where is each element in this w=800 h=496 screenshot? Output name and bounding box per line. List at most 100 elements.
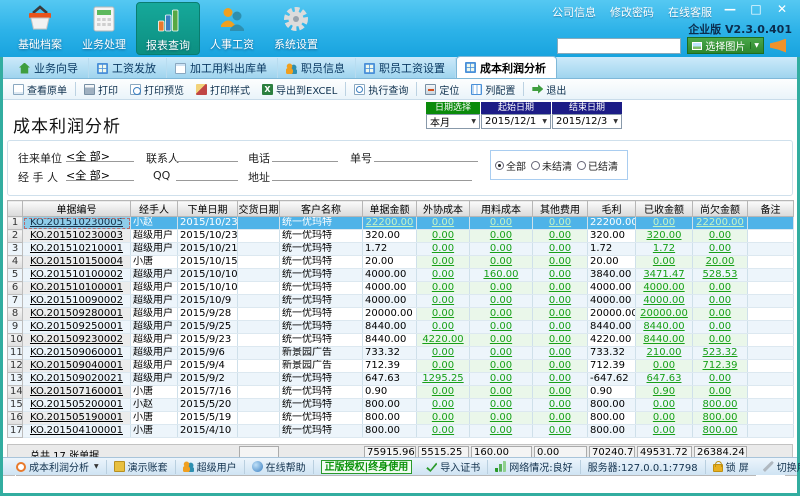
- tab-material-outbound[interactable]: 加工用料出库单: [167, 58, 278, 78]
- column-header[interactable]: 交货日期: [238, 201, 280, 217]
- amount-link-cell[interactable]: 0.00: [533, 308, 588, 321]
- amount-link-cell[interactable]: 0.00: [533, 360, 588, 373]
- amount-link-cell[interactable]: 0.00: [636, 425, 693, 438]
- amount-link-cell[interactable]: 0.00: [693, 334, 748, 347]
- table-row[interactable]: 3KO.201510210001超级用户2015/10/21统一优玛特1.720…: [8, 243, 794, 256]
- amount-link-cell[interactable]: 0.00: [470, 256, 533, 269]
- table-row[interactable]: 8KO.201509280001超级用户2015/9/28统一优玛特20000.…: [8, 308, 794, 321]
- amount-link-cell[interactable]: 0.00: [417, 425, 470, 438]
- amount-link-cell[interactable]: 800.00: [693, 425, 748, 438]
- amount-link-cell[interactable]: 0.00: [470, 373, 533, 386]
- amount-link-cell[interactable]: 4220.00: [417, 334, 470, 347]
- amount-link-cell[interactable]: 0.00: [636, 360, 693, 373]
- nav-item-hr-payroll[interactable]: 人事工资: [200, 2, 264, 55]
- amount-link-cell[interactable]: 0.00: [693, 321, 748, 334]
- nav-item-business[interactable]: 业务处理: [72, 2, 136, 55]
- amount-link-cell[interactable]: 0.00: [417, 256, 470, 269]
- maximize-button[interactable]: □: [748, 2, 764, 16]
- amount-link-cell[interactable]: 0.00: [636, 256, 693, 269]
- amount-link-cell[interactable]: 0.00: [533, 243, 588, 256]
- image-path-input[interactable]: [557, 38, 681, 54]
- status-report-menu[interactable]: 成本利润分析▼: [9, 460, 107, 474]
- amount-link-cell[interactable]: 0.00: [533, 425, 588, 438]
- order-id-cell[interactable]: KO.201510210001: [23, 243, 131, 256]
- amount-link-cell[interactable]: 160.00: [470, 269, 533, 282]
- amount-link-cell[interactable]: 0.00: [693, 243, 748, 256]
- online-service-link[interactable]: 在线客服: [668, 4, 712, 20]
- amount-link-cell[interactable]: 0.00: [417, 217, 470, 230]
- order-id-cell[interactable]: KO.201509060001: [23, 347, 131, 360]
- amount-link-cell[interactable]: 8440.00: [636, 334, 693, 347]
- amount-link-cell[interactable]: 0.00: [533, 321, 588, 334]
- column-header[interactable]: 已收金额: [636, 201, 693, 217]
- column-config-button[interactable]: 列配置: [465, 80, 521, 98]
- tab-staff-salary-settings[interactable]: 职员工资设置: [356, 58, 456, 78]
- amount-link-cell[interactable]: 0.00: [470, 386, 533, 399]
- column-header[interactable]: 用料成本: [470, 201, 533, 217]
- phone-field[interactable]: [272, 148, 338, 162]
- amount-link-cell[interactable]: 0.00: [470, 412, 533, 425]
- amount-link-cell[interactable]: 3471.47: [636, 269, 693, 282]
- print-style-button[interactable]: 打印样式: [190, 80, 256, 98]
- tab-business-wizard[interactable]: 业务向导: [11, 58, 89, 78]
- radio-all[interactable]: 全部: [495, 158, 526, 173]
- status-import-cert[interactable]: 导入证书: [419, 460, 488, 474]
- order-id-cell[interactable]: KO.201509230002: [23, 334, 131, 347]
- print-preview-button[interactable]: 打印预览: [124, 80, 190, 98]
- export-excel-button[interactable]: X导出到EXCEL: [256, 80, 343, 98]
- table-row[interactable]: 9KO.201509250001超级用户2015/9/25统一优玛特8440.0…: [8, 321, 794, 334]
- run-query-button[interactable]: 执行查询: [348, 80, 414, 98]
- amount-link-cell[interactable]: 0.00: [533, 373, 588, 386]
- table-row[interactable]: 14KO.201507160001小唐2015/7/16统一优玛特0.900.0…: [8, 386, 794, 399]
- status-switch-user[interactable]: 切换用户: [756, 460, 800, 474]
- order-id-cell[interactable]: KO.201509020021: [23, 373, 131, 386]
- table-row[interactable]: 12KO.201509040001超级用户2015/9/4新景园广告712.39…: [8, 360, 794, 373]
- order-id-cell[interactable]: KO.201505200001: [23, 399, 131, 412]
- amount-link-cell[interactable]: 0.00: [533, 295, 588, 308]
- status-demo-account[interactable]: 演示账套: [107, 460, 176, 474]
- amount-link-cell[interactable]: 1295.25: [417, 373, 470, 386]
- column-header[interactable]: 下单日期: [178, 201, 238, 217]
- contact-field[interactable]: [176, 148, 238, 162]
- column-header[interactable]: 单据金额: [363, 201, 417, 217]
- handler-field[interactable]: <全 部>: [66, 167, 134, 181]
- amount-link-cell[interactable]: 0.00: [470, 360, 533, 373]
- amount-link-cell[interactable]: 20000.00: [636, 308, 693, 321]
- column-header[interactable]: 毛利: [588, 201, 636, 217]
- column-header[interactable]: 客户名称: [280, 201, 363, 217]
- change-password-link[interactable]: 修改密码: [610, 4, 654, 20]
- amount-link-cell[interactable]: 0.00: [417, 321, 470, 334]
- amount-link-cell[interactable]: 0.00: [470, 217, 533, 230]
- order-id-cell[interactable]: KO.201510230005: [23, 217, 131, 230]
- status-lock-screen[interactable]: 锁 屏: [706, 460, 756, 474]
- amount-link-cell[interactable]: 0.00: [693, 295, 748, 308]
- amount-link-cell[interactable]: 0.00: [417, 295, 470, 308]
- amount-link-cell[interactable]: 0.00: [417, 230, 470, 243]
- table-row[interactable]: 11KO.201509060001超级用户2015/9/6新景园广告733.32…: [8, 347, 794, 360]
- tab-salary-payment[interactable]: 工资发放: [89, 58, 167, 78]
- amount-link-cell[interactable]: 0.00: [693, 230, 748, 243]
- amount-link-cell[interactable]: 800.00: [693, 399, 748, 412]
- locate-button[interactable]: 定位: [419, 80, 465, 98]
- table-row[interactable]: 1KO.201510230005小赵2015/10/23统一优玛特22200.0…: [8, 217, 794, 230]
- amount-link-cell[interactable]: 0.00: [636, 399, 693, 412]
- amount-link-cell[interactable]: 210.00: [636, 347, 693, 360]
- amount-link-cell[interactable]: 0.00: [533, 347, 588, 360]
- amount-link-cell[interactable]: 8440.00: [636, 321, 693, 334]
- order-id-cell[interactable]: KO.201505190001: [23, 412, 131, 425]
- column-header[interactable]: 外协成本: [417, 201, 470, 217]
- amount-link-cell[interactable]: 0.00: [693, 282, 748, 295]
- radio-settled[interactable]: 已结清: [577, 158, 618, 173]
- amount-link-cell[interactable]: 20.00: [693, 256, 748, 269]
- amount-link-cell[interactable]: 0.00: [417, 308, 470, 321]
- amount-link-cell[interactable]: 0.00: [470, 295, 533, 308]
- amount-link-cell[interactable]: 0.00: [533, 230, 588, 243]
- qq-field[interactable]: [176, 167, 238, 181]
- address-field[interactable]: [272, 167, 472, 181]
- tab-cost-profit-analysis[interactable]: 成本利润分析: [456, 56, 557, 78]
- end-date-dropdown[interactable]: 2015/12/3▼: [552, 114, 622, 129]
- table-row[interactable]: 16KO.201505190001小唐2015/5/19统一优玛特800.000…: [8, 412, 794, 425]
- exit-button[interactable]: 退出: [526, 80, 572, 98]
- amount-link-cell[interactable]: 523.32: [693, 347, 748, 360]
- order-id-cell[interactable]: KO.201509280001: [23, 308, 131, 321]
